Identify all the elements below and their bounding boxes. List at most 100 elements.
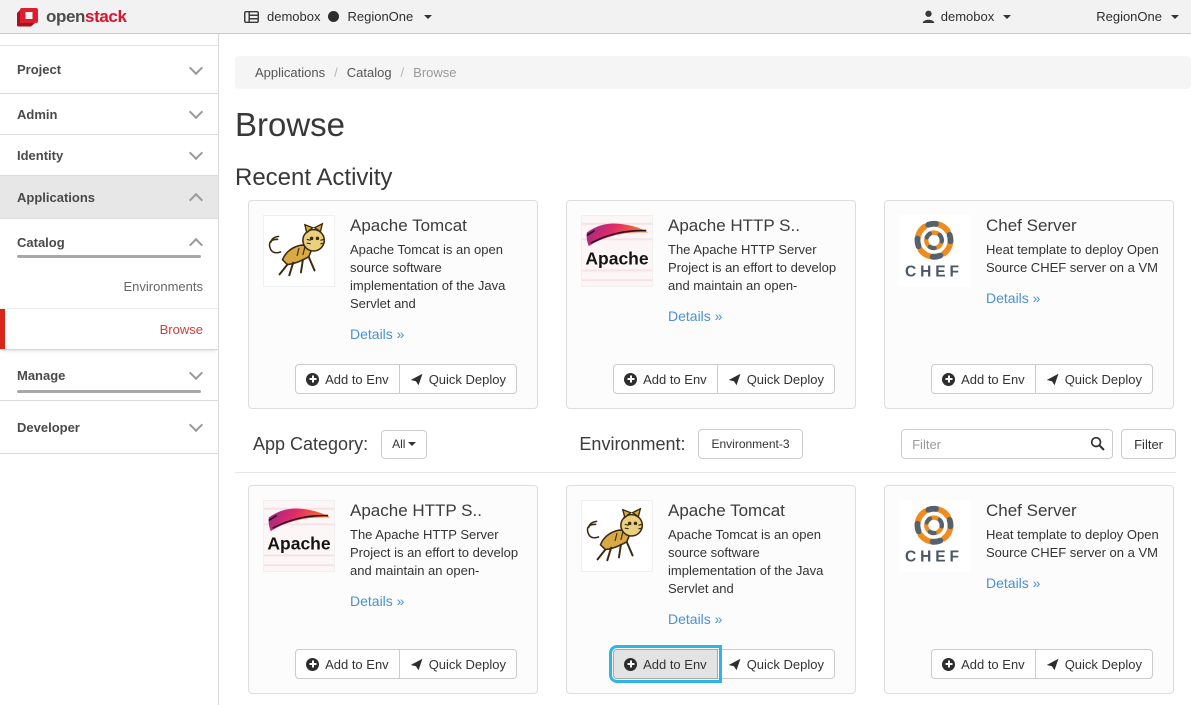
card-actions: Add to Env Quick Deploy [295,649,517,679]
sidebar-item-project[interactable]: Project [0,46,218,94]
breadcrumb-separator: / [401,65,405,80]
add-to-env-button[interactable]: Add to Env [613,364,718,394]
add-to-env-button-highlighted[interactable]: Add to Env [613,649,718,679]
sidebar-item-label: Applications [17,190,95,205]
rocket-icon [1046,658,1059,671]
details-link[interactable]: Details » [668,611,722,627]
plus-icon [942,658,955,671]
recent-activity-cards: Apache Tomcat Apache Tomcat is an open s… [248,200,1191,409]
plus-icon [624,658,637,671]
plus-icon [624,373,637,386]
card-actions: Add to Env Quick Deploy [931,649,1153,679]
sidebar-top-strip [0,34,218,46]
dot-separator-icon [328,11,339,22]
context-project: demobox [267,9,320,24]
chevron-down-icon [189,146,203,160]
sidebar-item-identity[interactable]: Identity [0,135,218,176]
add-to-env-button[interactable]: Add to Env [295,364,400,394]
add-to-env-button[interactable]: Add to Env [931,364,1036,394]
add-to-env-button[interactable]: Add to Env [295,649,400,679]
quick-deploy-button[interactable]: Quick Deploy [399,364,517,394]
sidebar-item-developer[interactable]: Developer [0,401,218,454]
divider [235,472,1176,473]
app-card-apache: Apache Apache HTTP S.. The Apache HTTP S… [566,200,856,409]
region-menu[interactable]: RegionOne [1096,9,1179,24]
chef-logo: CHEF [899,215,971,287]
filter-search [901,429,1113,459]
chevron-down-icon [189,366,203,380]
sidebar-item-label: Project [17,62,61,77]
section-title: Recent Activity [235,164,1191,192]
environment-label: Environment: [579,434,685,455]
rocket-icon [728,373,741,386]
sidebar-item-admin[interactable]: Admin [0,94,218,135]
region-name: RegionOne [1096,9,1162,24]
caret-down-icon [1003,15,1011,19]
quick-deploy-button[interactable]: Quick Deploy [1035,364,1153,394]
catalog-cards: Apache Apache HTTP S.. The Apache HTTP S… [248,485,1191,694]
caret-down-icon [424,15,432,19]
breadcrumb-separator: / [334,65,338,80]
app-description: Apache Tomcat is an open source software… [350,241,523,313]
app-category-label: App Category: [253,434,368,455]
filter-button[interactable]: Filter [1121,429,1176,459]
rocket-icon [410,658,423,671]
quick-deploy-button[interactable]: Quick Deploy [717,364,835,394]
user-name: demobox [941,9,994,24]
quick-deploy-button[interactable]: Quick Deploy [399,649,517,679]
chevron-up-icon [189,237,203,251]
sidebar-item-applications[interactable]: Applications [0,176,218,219]
add-to-env-button[interactable]: Add to Env [931,649,1036,679]
rocket-icon [728,658,741,671]
brand-open: open [46,7,85,26]
app-description: Heat template to deploy Open Source CHEF… [986,526,1159,562]
details-link[interactable]: Details » [986,290,1040,306]
app-title: Apache HTTP S.. [668,215,841,236]
openstack-logo[interactable]: openstack [16,7,226,27]
chevron-down-icon [189,60,203,74]
app-category-dropdown[interactable]: All [381,430,427,459]
details-link[interactable]: Details » [350,593,404,609]
project-region-switcher[interactable]: demobox RegionOne [244,9,432,24]
sidebar-item-environments[interactable]: Environments [0,265,218,309]
card-actions: Add to Env Quick Deploy [931,364,1153,394]
filter-row: App Category: All Environment: Environme… [253,429,1176,459]
chevron-up-icon [189,192,203,206]
app-card-chef: CHEF Chef Server Heat template to deploy… [884,485,1174,694]
quick-deploy-button[interactable]: Quick Deploy [717,649,835,679]
quick-deploy-button[interactable]: Quick Deploy [1035,649,1153,679]
svg-text:CHEF: CHEF [905,263,963,280]
app-card-chef: CHEF Chef Server Heat template to deploy… [884,200,1174,409]
app-description: Apache Tomcat is an open source software… [668,526,841,598]
svg-text:Apache: Apache [267,534,330,554]
details-link[interactable]: Details » [668,308,722,324]
app-description: The Apache HTTP Server Project is an eff… [350,526,523,580]
card-actions: Add to Env Quick Deploy [295,364,517,394]
app-title: Chef Server [986,500,1159,521]
tomcat-logo [263,215,335,287]
search-icon[interactable] [1090,436,1105,456]
plus-icon [306,373,319,386]
card-actions: Add to Env Quick Deploy [613,364,835,394]
sidebar-group-catalog[interactable]: Catalog [0,219,218,265]
details-link[interactable]: Details » [986,575,1040,591]
app-title: Apache HTTP S.. [350,500,523,521]
breadcrumb: Applications / Catalog / Browse [235,56,1191,89]
details-link[interactable]: Details » [350,326,404,342]
app-description: The Apache HTTP Server Project is an eff… [668,241,841,295]
svg-text:CHEF: CHEF [905,548,963,565]
breadcrumb-catalog[interactable]: Catalog [347,65,392,80]
topbar-right: demobox RegionOne [922,9,1191,24]
environment-button[interactable]: Environment-3 [698,429,802,459]
filter-input[interactable] [901,429,1113,459]
breadcrumb-applications[interactable]: Applications [255,65,325,80]
top-bar: openstack demobox RegionOne demobox Regi… [0,0,1191,34]
sidebar: Project Admin Identity Applications Cata… [0,34,219,705]
sidebar-group-manage[interactable]: Manage [0,350,218,401]
sidebar-item-label: Identity [17,148,63,163]
sidebar-item-browse[interactable]: Browse [0,309,218,350]
list-icon [244,11,259,23]
app-title: Chef Server [986,215,1159,236]
user-menu[interactable]: demobox [922,9,1011,24]
sidebar-item-label: Admin [17,107,57,122]
